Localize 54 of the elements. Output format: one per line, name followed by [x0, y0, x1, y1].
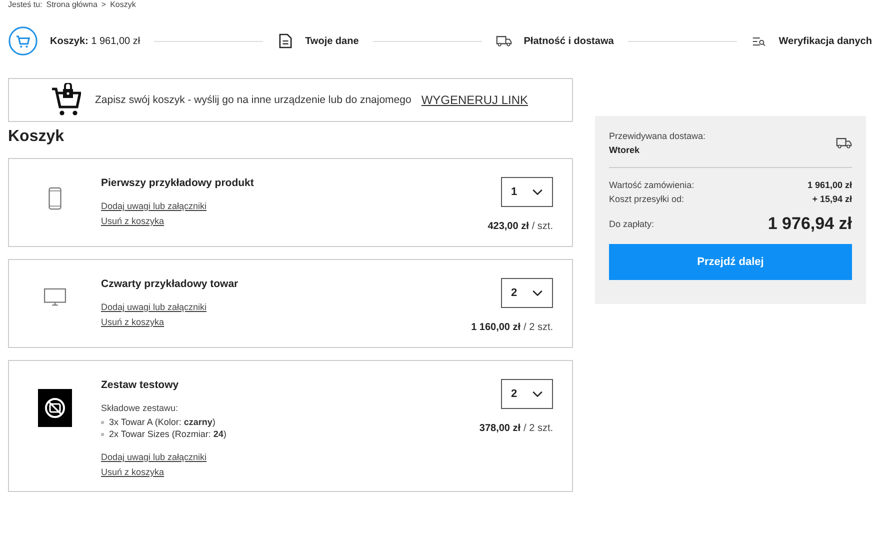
- truck-icon: [496, 35, 512, 47]
- chevron-down-icon: [532, 290, 543, 296]
- quantity-dropdown[interactable]: 2: [501, 379, 553, 409]
- item-price: 378,00 zł: [479, 423, 521, 434]
- page-heading: Koszyk: [8, 128, 66, 146]
- chevron-down-icon: [532, 188, 543, 196]
- breadcrumb-separator: >: [101, 0, 106, 10]
- price-unit: / 2 szt.: [524, 322, 553, 333]
- component-text: 2x Towar Sizes (Rozmiar: 24): [109, 428, 226, 440]
- product-name: Czwarty przykładowy towar: [101, 278, 240, 290]
- delivery-label: Przewidywana dostawa:: [609, 131, 706, 141]
- item-price: 1 160,00 zł: [471, 322, 521, 333]
- item-price: 423,00 zł: [488, 221, 529, 232]
- checkout-step[interactable]: Koszyk: 1 961,00 zł: [8, 26, 140, 56]
- phone-icon: [48, 187, 62, 210]
- total-label: Do zapłaty:: [609, 219, 654, 229]
- price-unit: / szt.: [532, 221, 553, 232]
- product-name: Zestaw testowy: [101, 379, 180, 391]
- truck-icon: [836, 137, 852, 149]
- remove-link[interactable]: Usuń z koszyka: [101, 216, 164, 226]
- generate-link[interactable]: WYGENERUJ LINK: [421, 93, 528, 107]
- checkout-step[interactable]: Twoje dane: [277, 33, 359, 49]
- component-text: 3x Towar A (Kolor: czarny): [109, 416, 216, 428]
- cart-lock-icon: [51, 83, 81, 117]
- notes-link[interactable]: Dodaj uwagi lub załączniki: [101, 201, 207, 211]
- components-label: Składowe zestawu:: [101, 403, 180, 413]
- checkout-step[interactable]: Weryfikacja danych: [750, 36, 872, 46]
- quantity-dropdown[interactable]: 1: [501, 177, 553, 207]
- remove-link[interactable]: Usuń z koszyka: [101, 467, 164, 477]
- summary-label: Koszt przesyłki od:: [609, 193, 684, 206]
- banner-text: Zapisz swój koszyk - wyślij go na inne urządzenie lub do znajomego: [95, 94, 412, 106]
- notes-link[interactable]: Dodaj uwagi lub załączniki: [101, 452, 207, 462]
- chevron-down-icon: [532, 390, 543, 398]
- monitor-icon: [43, 288, 67, 307]
- total-amount: 1 976,94 zł: [768, 214, 852, 234]
- no-photo-icon: [38, 389, 72, 427]
- remove-link[interactable]: Usuń z koszyka: [101, 317, 164, 327]
- summary-label: Wartość zamówienia:: [609, 179, 694, 192]
- price-unit: / 2 szt.: [524, 423, 553, 434]
- product-name: Pierwszy przykładowy produkt: [101, 177, 255, 189]
- notes-link[interactable]: Dodaj uwagi lub załączniki: [101, 302, 207, 312]
- document-icon: [277, 33, 294, 49]
- breadcrumb-label: Jesteś tu:: [8, 0, 42, 10]
- cart-icon: [8, 26, 38, 56]
- checkout-step[interactable]: Płatność i dostawa: [496, 35, 614, 47]
- list-search-icon: [750, 36, 767, 46]
- bullet-icon: [101, 420, 104, 424]
- summary-value: + 15,94 zł: [812, 193, 852, 206]
- quantity-dropdown[interactable]: 2: [501, 278, 553, 308]
- bullet-icon: [101, 432, 104, 436]
- breadcrumb-link[interactable]: Koszyk: [110, 0, 136, 10]
- delivery-day: Wtorek: [609, 145, 706, 155]
- summary-value: 1 961,00 zł: [807, 179, 852, 192]
- breadcrumb-link[interactable]: Strona główna: [46, 0, 98, 10]
